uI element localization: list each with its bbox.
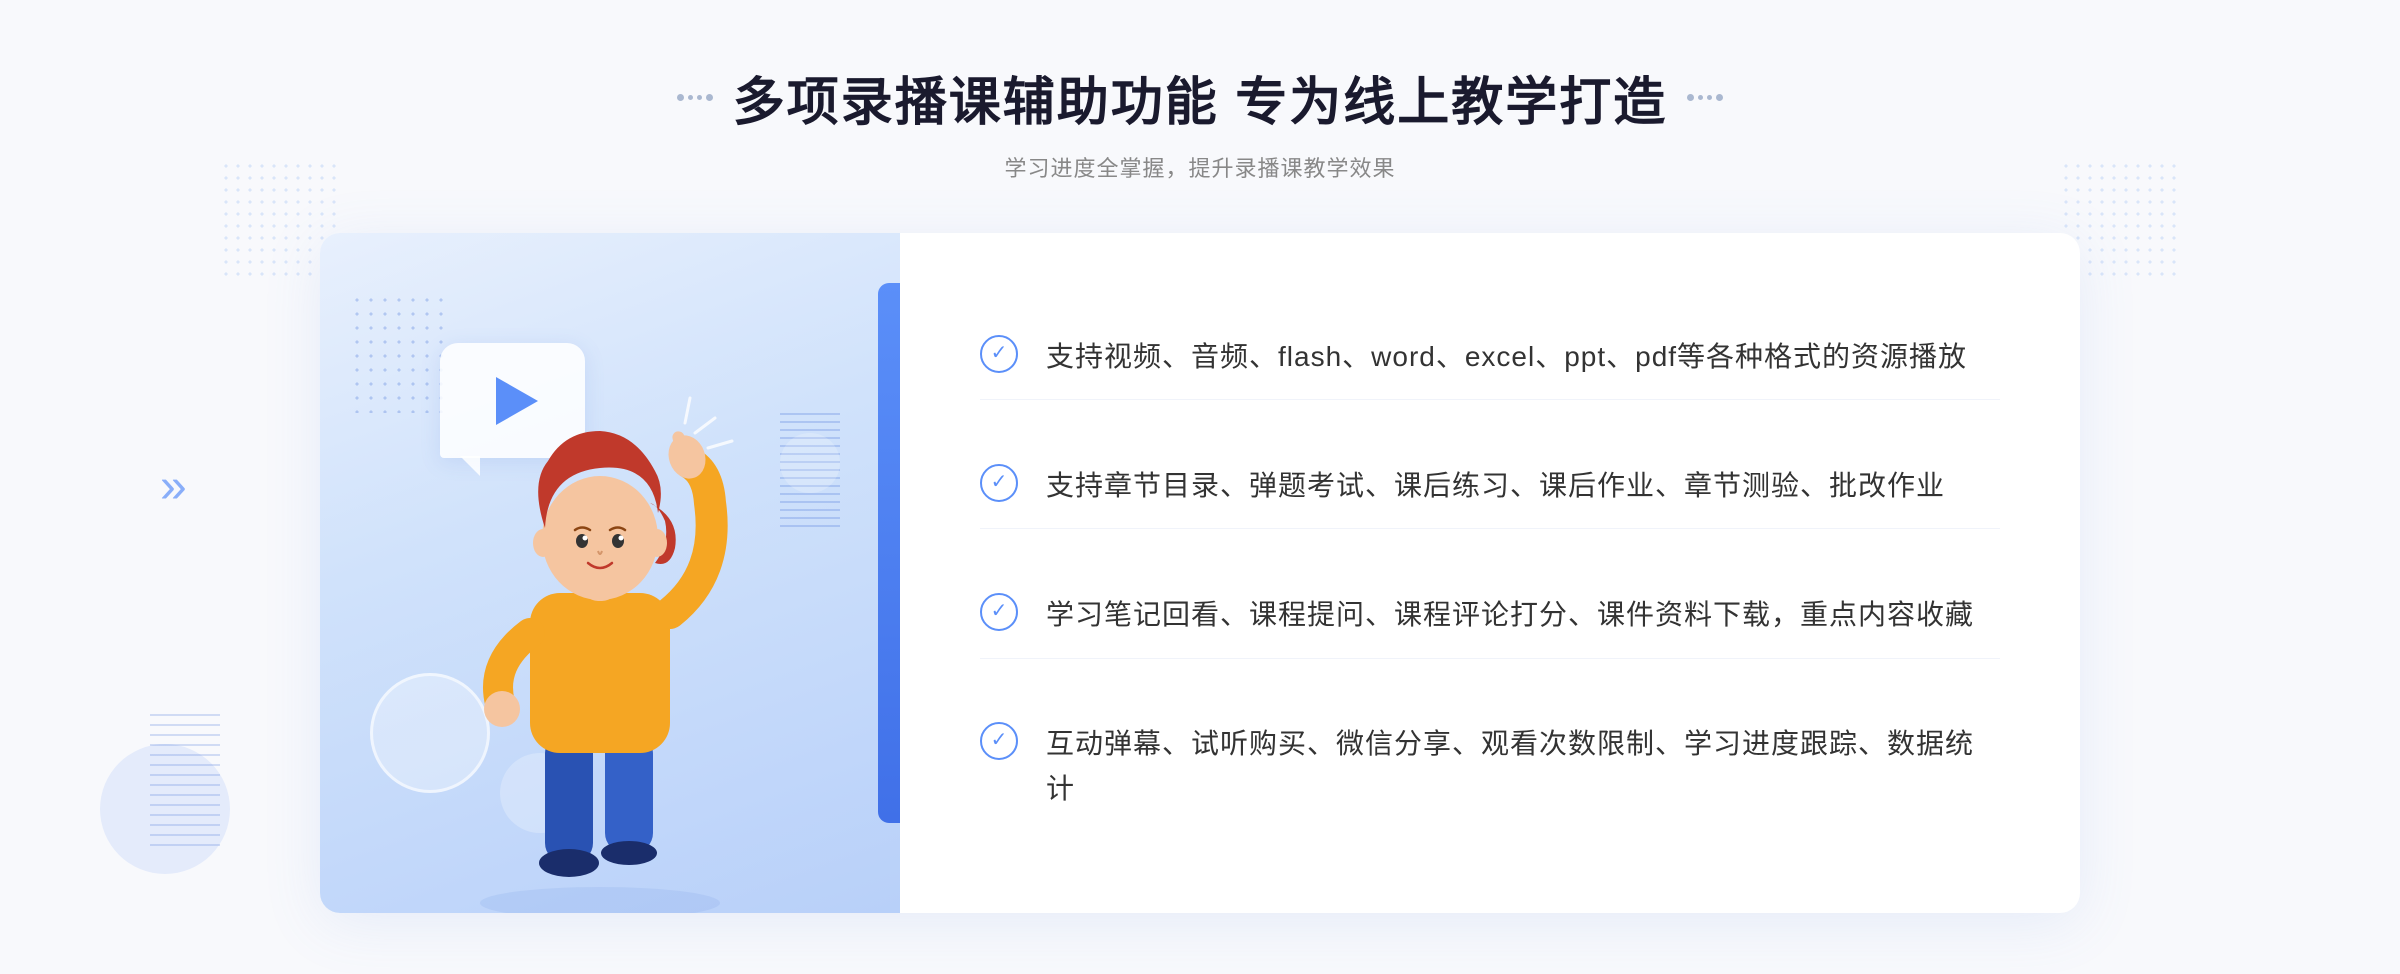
dot-5: [1687, 94, 1694, 101]
title-wrapper: 多项录播课辅助功能 专为线上教学打造: [677, 60, 1723, 135]
header-dots-left: [677, 94, 713, 101]
feature-item-2: ✓ 支持章节目录、弹题考试、课后练习、课后作业、章节测验、批改作业: [980, 444, 2000, 530]
feature-text-1: 支持视频、音频、flash、word、excel、ppt、pdf等各种格式的资源…: [1046, 335, 1967, 380]
right-content-panel: ✓ 支持视频、音频、flash、word、excel、ppt、pdf等各种格式的资…: [900, 233, 2080, 913]
dot-1: [677, 94, 684, 101]
page-title: 多项录播课辅助功能 专为线上教学打造: [733, 60, 1667, 135]
feature-text-4: 互动弹幕、试听购买、微信分享、观看次数限制、学习进度跟踪、数据统计: [1046, 722, 2000, 812]
check-icon-1: ✓: [991, 343, 1008, 363]
page-subtitle: 学习进度全掌握，提升录播课教学效果: [677, 151, 1723, 183]
dot-2: [688, 95, 693, 100]
check-circle-4: ✓: [980, 722, 1018, 760]
header-section: 多项录播课辅助功能 专为线上教学打造 学习进度全掌握，提升录播课教学效果: [677, 60, 1723, 183]
check-icon-2: ✓: [991, 472, 1008, 492]
check-circle-1: ✓: [980, 335, 1018, 373]
dot-4: [706, 94, 713, 101]
chevron-double-icon: »: [160, 463, 187, 511]
features-list: ✓ 支持视频、音频、flash、word、excel、ppt、pdf等各种格式的资…: [980, 293, 2000, 853]
check-circle-2: ✓: [980, 464, 1018, 502]
main-card: ✓ 支持视频、音频、flash、word、excel、ppt、pdf等各种格式的资…: [320, 233, 2080, 913]
check-icon-3: ✓: [991, 601, 1008, 621]
outside-left-decoration: »: [160, 463, 187, 511]
dot-3: [697, 95, 702, 100]
stripe-decoration-bottom-left: [150, 714, 220, 854]
left-illustration-panel: [320, 233, 900, 913]
character-illustration: [400, 373, 800, 913]
feature-text-3: 学习笔记回看、课程提问、课程评论打分、课件资料下载，重点内容收藏: [1046, 593, 1974, 638]
feature-text-2: 支持章节目录、弹题考试、课后练习、课后作业、章节测验、批改作业: [1046, 464, 1945, 509]
page-wrapper: » 多项录播课辅助功能 专为线上教学打造 学习进度全掌握，提升录播课教学效果: [0, 0, 2400, 974]
check-circle-3: ✓: [980, 593, 1018, 631]
accent-bar: [878, 283, 900, 823]
header-dots-right: [1687, 94, 1723, 101]
feature-item-1: ✓ 支持视频、音频、flash、word、excel、ppt、pdf等各种格式的资…: [980, 315, 2000, 401]
feature-item-4: ✓ 互动弹幕、试听购买、微信分享、观看次数限制、学习进度跟踪、数据统计: [980, 702, 2000, 832]
dot-6: [1698, 95, 1703, 100]
dot-7: [1707, 95, 1712, 100]
dot-8: [1716, 94, 1723, 101]
feature-item-3: ✓ 学习笔记回看、课程提问、课程评论打分、课件资料下载，重点内容收藏: [980, 573, 2000, 659]
check-icon-4: ✓: [991, 730, 1008, 750]
